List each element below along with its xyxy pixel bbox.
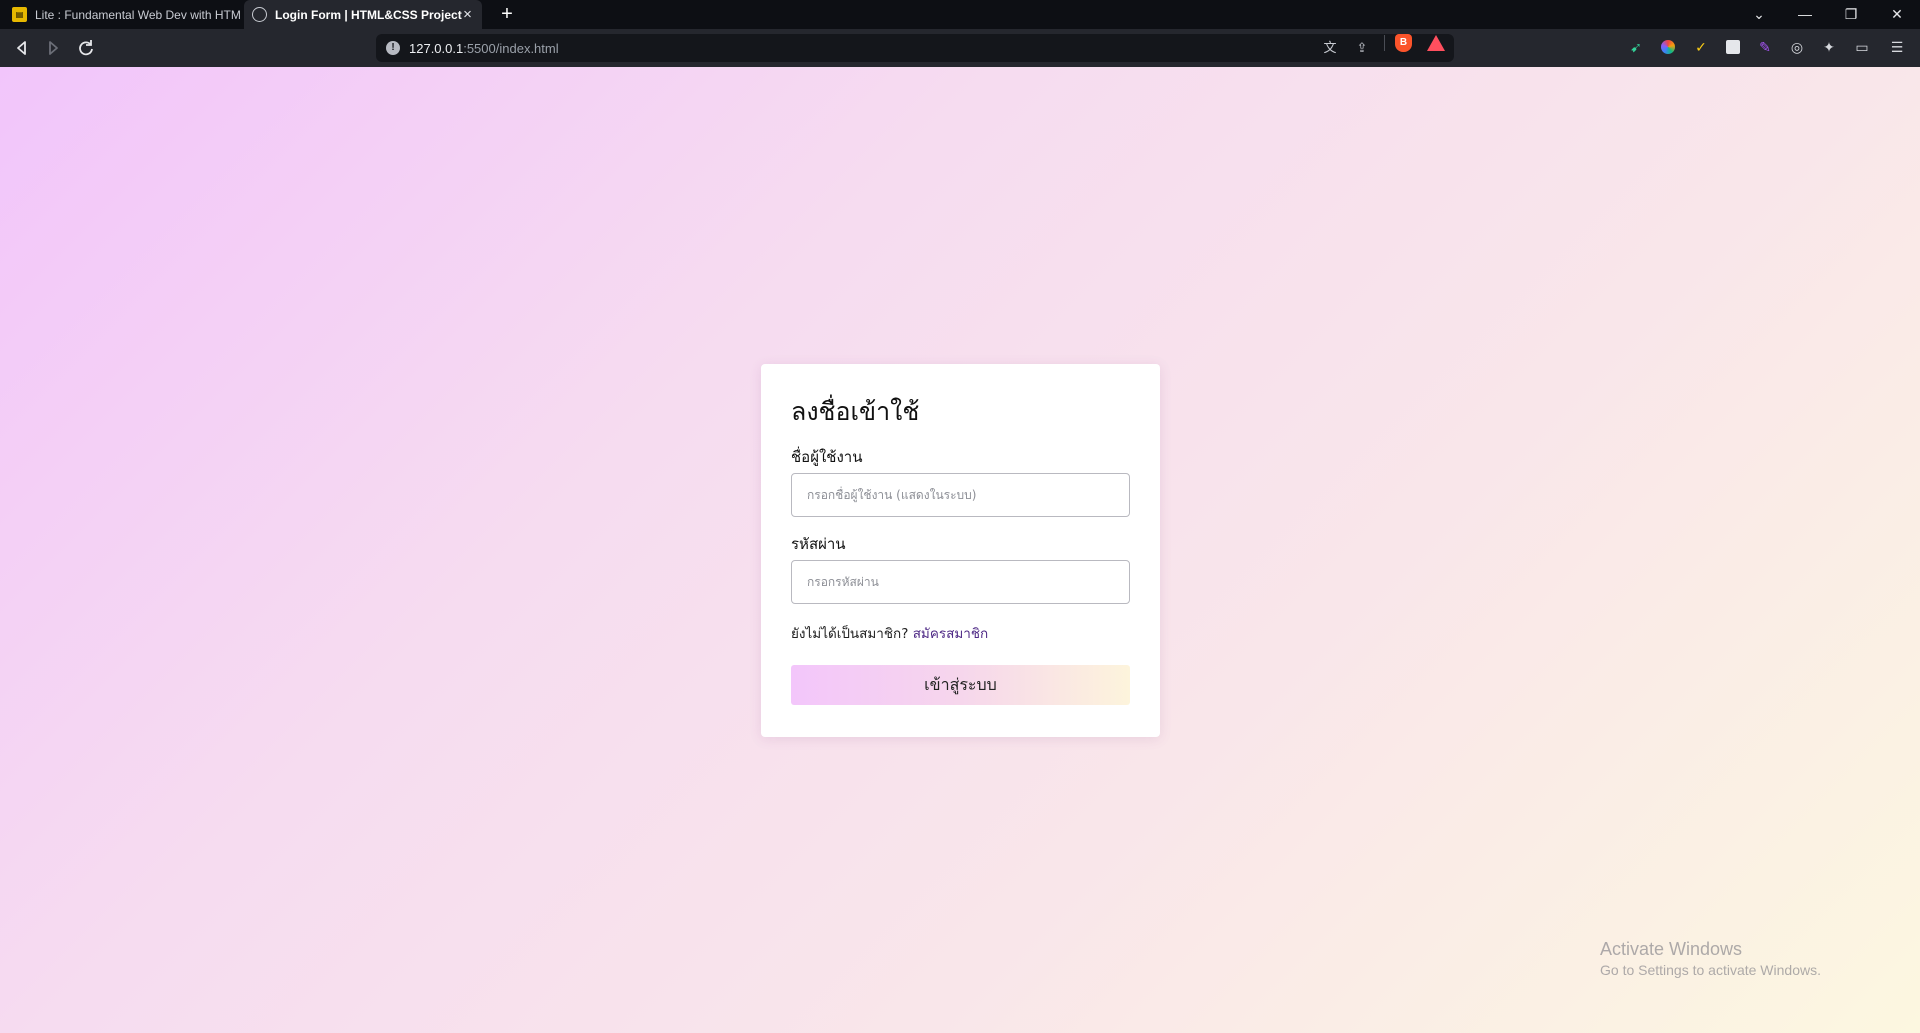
back-button[interactable] [11, 37, 33, 59]
tab-list-dropdown-icon[interactable]: ⌄ [1736, 0, 1782, 29]
compass-icon[interactable]: ◎ [1788, 38, 1806, 56]
share-icon[interactable]: ⇪ [1354, 40, 1370, 56]
minimize-button[interactable]: — [1782, 0, 1828, 29]
globe-icon [252, 7, 267, 22]
url-host: 127.0.0.1 [409, 41, 464, 56]
signup-prompt: ยังไม่ได้เป็นสมาชิก? [791, 626, 909, 642]
forward-button[interactable] [42, 37, 64, 59]
forward-arrow-icon [49, 41, 58, 55]
browser-tab-lite[interactable]: ▤ Lite : Fundamental Web Dev with HTM [0, 0, 244, 29]
login-button[interactable]: เข้าสู่ระบบ [791, 665, 1130, 705]
menu-icon[interactable]: ☰ [1888, 38, 1906, 56]
password-input[interactable] [791, 560, 1130, 604]
extension-notes-icon[interactable] [1726, 40, 1740, 54]
brave-rewards-icon[interactable] [1427, 35, 1445, 51]
address-bar[interactable]: ! 127.0.0.1:5500/index.html 文 ⇪ [376, 34, 1454, 62]
tab-title: Lite : Fundamental Web Dev with HTM [35, 7, 241, 22]
translate-icon[interactable]: 文 [1322, 40, 1338, 56]
url-path: :5500/index.html [463, 41, 559, 56]
url-text[interactable]: 127.0.0.1:5500/index.html [409, 41, 559, 56]
extension-feather-icon[interactable]: ✎ [1756, 38, 1774, 56]
browser-toolbar: ! 127.0.0.1:5500/index.html 文 ⇪ B ➹ ✓ ✎ … [0, 29, 1920, 67]
extension-check-icon[interactable]: ✓ [1692, 38, 1710, 56]
browser-tab-login-form[interactable]: Login Form | HTML&CSS Project × [244, 0, 482, 29]
browser-tab-strip: ▤ Lite : Fundamental Web Dev with HTM Lo… [0, 0, 1920, 29]
login-card: ลงชื่อเข้าใช้ ชื่อผู้ใช้งาน รหัสผ่าน ยัง… [761, 364, 1160, 737]
restore-button[interactable]: ❐ [1828, 0, 1874, 29]
extensions-puzzle-icon[interactable]: ✦ [1820, 38, 1838, 56]
reload-icon [79, 40, 93, 56]
tab-title: Login Form | HTML&CSS Project [275, 7, 462, 22]
username-input[interactable] [791, 473, 1130, 517]
extension-bird-icon[interactable]: ➹ [1627, 38, 1645, 56]
page-viewport: ลงชื่อเข้าใช้ ชื่อผู้ใช้งาน รหัสผ่าน ยัง… [0, 67, 1920, 1033]
username-label: ชื่อผู้ใช้งาน [791, 448, 863, 466]
close-tab-icon[interactable]: × [459, 6, 476, 23]
windows-activation-watermark: Activate Windows Go to Settings to activ… [1600, 937, 1821, 979]
extension-color-picker-icon[interactable] [1661, 40, 1675, 54]
signup-row: ยังไม่ได้เป็นสมาชิก? สมัครสมาชิก [791, 624, 1130, 644]
watermark-subtitle: Go to Settings to activate Windows. [1600, 962, 1821, 978]
wallet-icon[interactable]: ▭ [1853, 38, 1871, 56]
login-title: ลงชื่อเข้าใช้ [791, 397, 920, 426]
password-label: รหัสผ่าน [791, 535, 846, 553]
reload-button[interactable] [75, 37, 97, 59]
brave-shields-icon[interactable]: B [1395, 34, 1412, 52]
site-info-icon[interactable]: ! [386, 41, 400, 55]
signup-link[interactable]: สมัครสมาชิก [913, 626, 988, 642]
lite-favicon-icon: ▤ [12, 7, 27, 22]
back-arrow-icon [17, 41, 26, 55]
close-window-button[interactable]: ✕ [1874, 0, 1920, 29]
new-tab-button[interactable]: + [496, 4, 518, 26]
address-bar-divider [1384, 35, 1385, 51]
watermark-title: Activate Windows [1600, 939, 1743, 959]
